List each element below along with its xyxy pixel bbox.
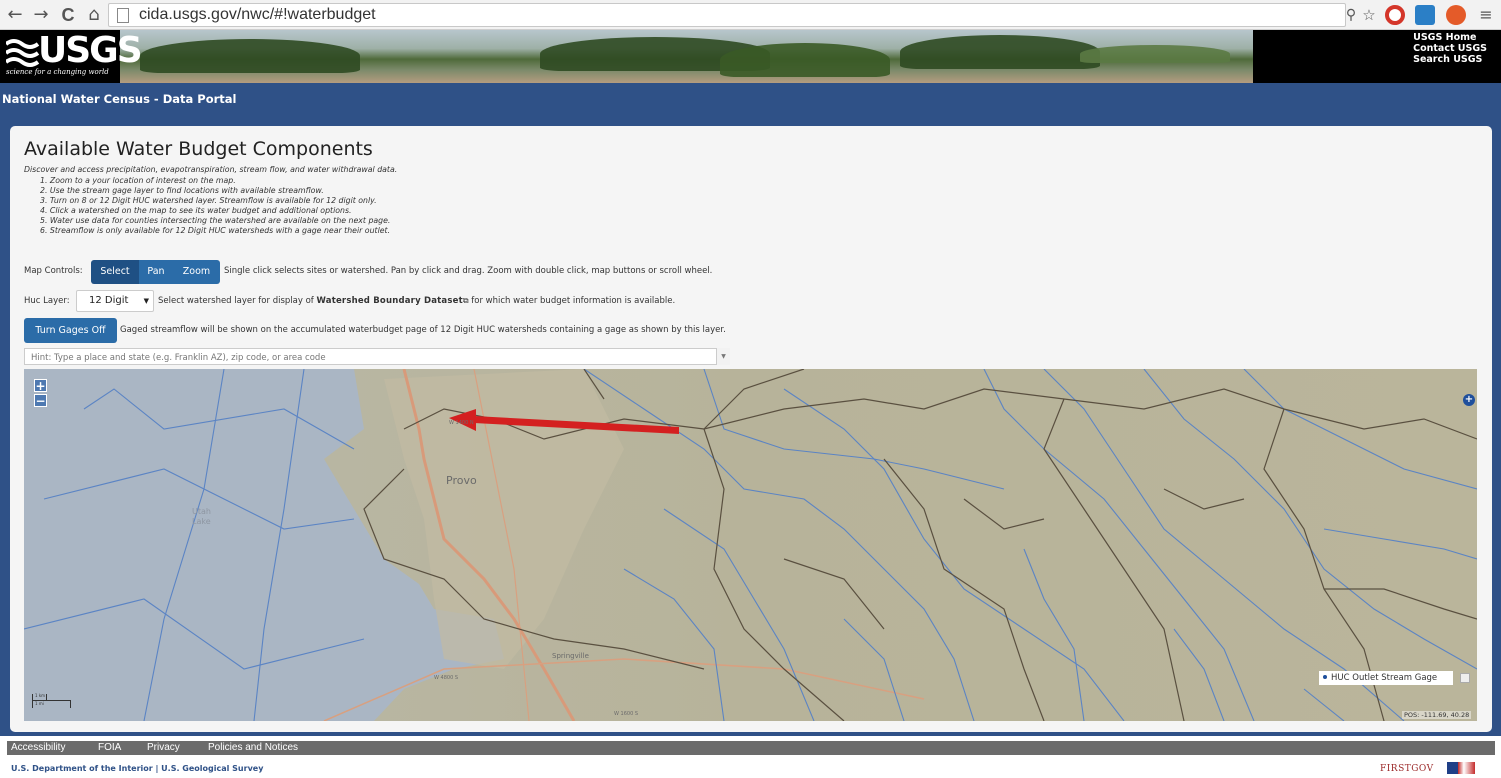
instruction-list: 1. Zoom to a your location of interest o…: [40, 176, 390, 235]
site-title[interactable]: National Water Census - Data Portal: [2, 92, 236, 106]
footer-link-privacy[interactable]: Privacy: [147, 742, 180, 753]
reload-icon[interactable]: C: [57, 4, 79, 26]
page-icon: [117, 8, 129, 23]
intro-text: Discover and access precipitation, evapo…: [24, 165, 398, 174]
footer-link-accessibility[interactable]: Accessibility: [11, 742, 65, 753]
footer-link-foia[interactable]: FOIA: [98, 742, 121, 753]
url-text: cida.usgs.gov/nwc/#!waterbudget: [139, 6, 376, 23]
logo-text: USGS: [38, 30, 143, 71]
instruction-step: 6. Streamflow is only available for 12 D…: [40, 225, 391, 235]
footer-department[interactable]: U.S. Department of the Interior | U.S. G…: [11, 764, 263, 773]
pan-button[interactable]: Pan: [139, 260, 173, 284]
broken-image-icon: [1460, 673, 1470, 683]
skype-extension-icon[interactable]: [1415, 5, 1435, 25]
map-legend: HUC Outlet Stream Gage: [1319, 671, 1453, 685]
footer-nav: Accessibility FOIA Privacy Policies and …: [7, 741, 1495, 755]
page-title: Available Water Budget Components: [24, 138, 373, 160]
address-bar[interactable]: cida.usgs.gov/nwc/#!waterbudget: [108, 3, 1346, 27]
gages-help: Gaged streamflow will be shown on the ac…: [120, 325, 726, 335]
browser-toolbar: ← → C ⌂ cida.usgs.gov/nwc/#!waterbudget …: [0, 0, 1501, 30]
opera-extension-icon[interactable]: [1385, 5, 1405, 25]
huc-help-before: Select watershed layer for display of: [158, 296, 314, 306]
banner-links: USGS Home Contact USGS Search USGS: [1413, 32, 1487, 65]
usgs-logo[interactable]: USGS science for a changing world: [6, 30, 143, 80]
map-controls-label: Map Controls:: [24, 266, 83, 276]
forward-arrow-icon[interactable]: →: [30, 4, 52, 26]
huc-layer-value: 12 Digit: [89, 295, 129, 306]
usgs-home-link[interactable]: USGS Home: [1413, 32, 1487, 43]
layer-switcher-button[interactable]: +: [1463, 394, 1475, 406]
banner-photo: [120, 30, 1253, 83]
usgs-wave-icon: [6, 39, 40, 67]
map-label-springville: Springville: [552, 652, 589, 660]
instruction-step: 5. Water use data for counties intersect…: [40, 215, 391, 225]
map-controls-group: Select Pan Zoom: [91, 260, 220, 284]
huc-layer-help: Select watershed layer for display of Wa…: [158, 296, 675, 306]
legend-label: HUC Outlet Stream Gage: [1331, 673, 1438, 683]
map-controls-help: Single click selects sites or watershed.…: [224, 266, 713, 276]
scale-bottom-label: 1 mi: [35, 701, 44, 706]
map-label-street: W 4800 S: [434, 675, 459, 681]
map-canvas[interactable]: [24, 369, 1477, 721]
map-zoom-out-button[interactable]: −: [34, 394, 47, 407]
external-link-icon: ⧉: [462, 296, 469, 305]
zoom-button[interactable]: Zoom: [173, 260, 220, 284]
home-icon[interactable]: ⌂: [83, 4, 105, 26]
select-button[interactable]: Select: [91, 260, 139, 284]
scale-top-label: 1 km: [35, 693, 46, 698]
map[interactable]: Provo Utah Lake Springville W 1400 N W 4…: [24, 369, 1477, 721]
extension-badge-icon[interactable]: [1446, 5, 1466, 25]
search-usgs-link[interactable]: Search USGS: [1413, 54, 1487, 65]
instruction-step: 2. Use the stream gage layer to find loc…: [40, 185, 324, 195]
map-label-provo: Provo: [446, 474, 477, 487]
bookmark-star-icon[interactable]: ☆: [1358, 4, 1380, 26]
logo-tagline: science for a changing world: [6, 68, 109, 76]
map-label-street: W 1400 N: [449, 420, 474, 426]
chevron-down-icon: ▼: [143, 297, 149, 305]
instruction-step: 1. Zoom to a your location of interest o…: [40, 176, 236, 185]
back-arrow-icon[interactable]: ←: [4, 4, 26, 26]
stream-gage-dot-icon: [1323, 675, 1327, 679]
search-dropdown-trigger[interactable]: ▼: [716, 348, 730, 365]
wbd-link[interactable]: Watershed Boundary Dataset: [316, 296, 462, 306]
site-title-bar: National Water Census - Data Portal: [0, 83, 1501, 123]
menu-icon[interactable]: ≡: [1475, 4, 1497, 26]
map-label-utah-lake: Utah Lake: [192, 507, 211, 526]
flag-icon: [1447, 762, 1475, 774]
location-search-input[interactable]: [24, 348, 730, 365]
instruction-step: 4. Click a watershed on the map to see i…: [40, 205, 352, 215]
scale-bar: 1 km 1 mi: [30, 693, 74, 708]
instruction-step: 3. Turn on 8 or 12 Digit HUC watershed l…: [40, 195, 377, 205]
huc-help-after: for which water budget information is av…: [471, 296, 676, 306]
huc-layer-select[interactable]: 12 Digit ▼: [76, 290, 154, 312]
footer-link-policies[interactable]: Policies and Notices: [208, 742, 298, 753]
contact-usgs-link[interactable]: Contact USGS: [1413, 43, 1487, 54]
huc-layer-label: Huc Layer:: [24, 296, 70, 306]
cursor-position-readout: POS: -111.69, 40.28: [1402, 711, 1472, 719]
usgs-banner: USGS science for a changing world USGS H…: [0, 30, 1501, 83]
firstgov-logo[interactable]: FIRSTGOV: [1380, 764, 1434, 774]
map-zoom-in-button[interactable]: +: [34, 379, 47, 392]
turn-gages-off-button[interactable]: Turn Gages Off: [24, 318, 117, 343]
map-label-street: W 1600 S: [614, 711, 639, 717]
